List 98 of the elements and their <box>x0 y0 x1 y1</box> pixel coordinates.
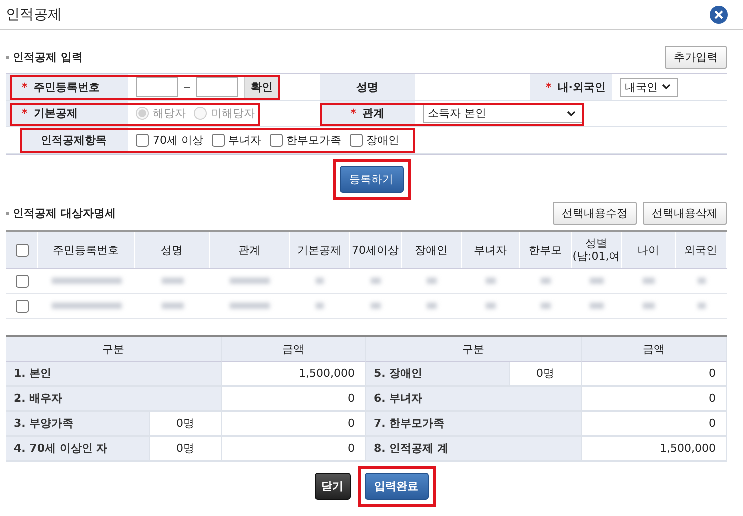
blurred-text <box>590 303 604 309</box>
blurred-text <box>230 303 270 309</box>
column-header: 구분 <box>102 342 124 356</box>
option-label: 한부모가족 <box>286 132 342 148</box>
bullet-icon <box>6 56 9 59</box>
blurred-text <box>541 278 551 284</box>
column-header: 한부모 <box>529 244 562 256</box>
row-checkbox[interactable] <box>16 274 29 288</box>
count-value: 0명 <box>176 416 194 431</box>
blurred-text <box>52 303 122 309</box>
column-header: 70세이상 <box>352 244 399 256</box>
nationality-select[interactable]: 내국인 <box>620 78 678 96</box>
column-header: 성별 (남:01,여 <box>572 237 620 263</box>
section-title: 인적공제 입력 <box>13 50 83 65</box>
amount-value: 0 <box>709 392 716 405</box>
blurred-text <box>643 278 655 284</box>
toolbar-button[interactable]: 선택내용삭제 <box>643 202 727 225</box>
column-header: 나이 <box>638 244 660 256</box>
field-label: 주민등록번호 <box>34 80 100 94</box>
blurred-text <box>162 278 184 284</box>
blurred-text <box>486 278 496 284</box>
amount-value: 0 <box>709 417 716 430</box>
section-title: 인적공제 대상자명세 <box>13 206 116 221</box>
bullet-icon <box>6 212 9 215</box>
option-label: 70세 이상 <box>153 132 204 148</box>
checkbox[interactable] <box>350 134 362 146</box>
amount-value: 0 <box>348 417 355 430</box>
blurred-text <box>590 278 604 284</box>
amount-value: 1,500,000 <box>299 367 355 380</box>
row-label: 2. 배우자 <box>14 391 63 406</box>
count-value: 0명 <box>176 441 194 456</box>
blurred-text <box>427 278 437 284</box>
amount-value: 0 <box>709 367 716 380</box>
add-input-button[interactable]: 추가입력 <box>665 46 727 69</box>
blurred-text <box>316 303 324 309</box>
blurred-text <box>371 278 381 284</box>
column-header: 구분 <box>462 342 484 356</box>
checkbox[interactable] <box>212 134 224 146</box>
amount-value: 0 <box>348 392 355 405</box>
row-label: 4. 70세 이상인 자 <box>14 441 108 456</box>
blurred-text <box>486 303 496 309</box>
register-button[interactable]: 등록하기 <box>340 166 404 193</box>
toolbar-button[interactable]: 선택내용수정 <box>553 202 637 225</box>
caret-icon <box>662 84 671 90</box>
relation-select[interactable]: 소득자 본인 <box>423 104 583 123</box>
blurred-text <box>316 278 324 284</box>
row-checkbox[interactable] <box>16 300 29 312</box>
blurred-text <box>698 278 706 284</box>
required-mark: * <box>546 80 552 94</box>
input-field[interactable] <box>136 77 178 97</box>
submit-button[interactable]: 입력완료 <box>364 473 428 500</box>
column-header: 관계 <box>238 244 260 256</box>
option-label: 부녀자 <box>228 132 262 148</box>
required-mark: * <box>350 107 356 120</box>
column-header: 장애인 <box>415 244 448 256</box>
required-mark: * <box>22 107 28 120</box>
row-label: 5. 장애인 <box>374 366 423 381</box>
window-title: 인적공제 <box>6 6 62 24</box>
column-header: 주민등록번호 <box>53 244 119 256</box>
row-label: 6. 부녀자 <box>374 391 423 406</box>
column-header: 성명 <box>161 244 183 256</box>
required-mark: * <box>22 80 28 94</box>
field-label: 인적공제항목 <box>41 132 107 148</box>
field-label: 관계 <box>362 106 384 121</box>
input-field[interactable] <box>196 77 238 97</box>
blurred-text <box>427 303 437 309</box>
dash-icon <box>184 86 190 88</box>
field-label: 내·외국인 <box>558 80 606 94</box>
checkbox[interactable] <box>270 134 282 146</box>
column-header: 금액 <box>643 342 665 356</box>
blurred-text <box>371 303 381 309</box>
column-header: 부녀자 <box>474 244 507 256</box>
column-header: 금액 <box>282 342 304 356</box>
select-all-checkbox[interactable] <box>16 244 28 256</box>
amount-value: 0 <box>348 442 355 455</box>
amount-value: 1,500,000 <box>660 442 716 455</box>
close-icon[interactable] <box>709 4 729 24</box>
column-header: 기본공제 <box>298 244 342 256</box>
row-label: 3. 부양가족 <box>14 416 74 431</box>
option-label: 장애인 <box>366 132 400 148</box>
field-label: 성명 <box>356 80 378 94</box>
close-button[interactable]: 닫기 <box>314 473 350 500</box>
blurred-text <box>541 303 551 309</box>
option-label: 미해당자 <box>211 106 255 121</box>
row-label: 8. 인적공제 계 <box>374 441 448 456</box>
blurred-text <box>698 303 706 309</box>
row-label: 7. 한부모가족 <box>374 416 445 431</box>
count-value: 0명 <box>536 366 554 381</box>
option-label: 해당자 <box>153 106 186 121</box>
checkbox[interactable] <box>136 134 149 146</box>
field-label: 기본공제 <box>34 106 78 121</box>
blurred-text <box>643 303 655 309</box>
blurred-text <box>52 278 122 284</box>
column-header: 외국인 <box>684 244 718 256</box>
blurred-text <box>162 303 184 309</box>
blurred-text <box>230 278 270 284</box>
row-label: 1. 본인 <box>14 366 52 381</box>
caret-icon <box>567 110 576 116</box>
